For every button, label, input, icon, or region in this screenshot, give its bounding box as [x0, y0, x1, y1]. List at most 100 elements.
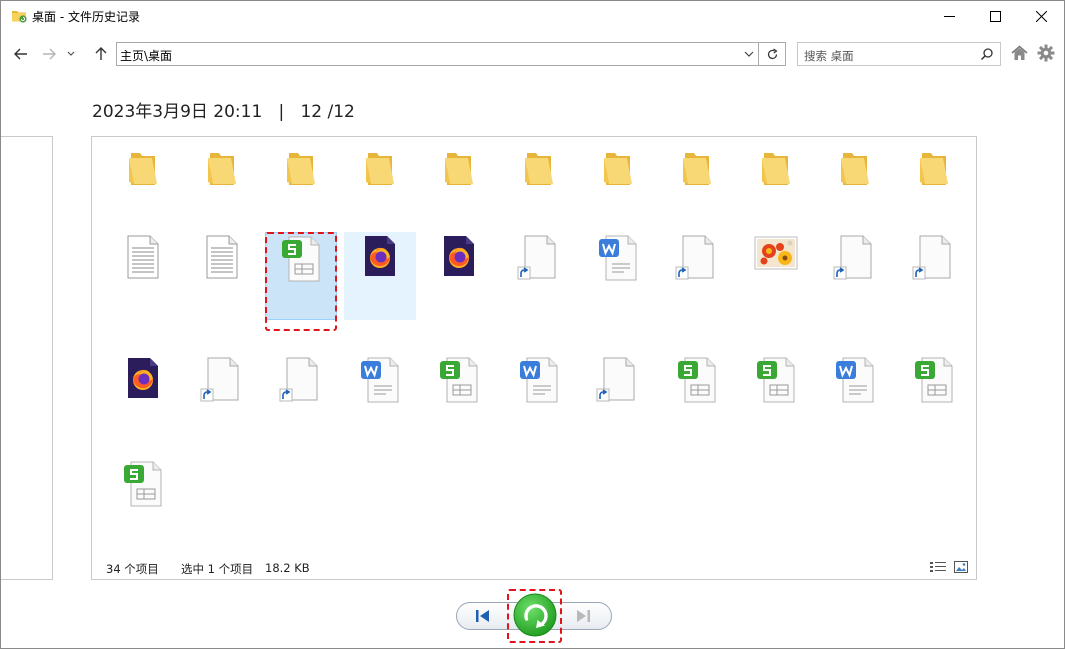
address-dropdown-icon[interactable]: [742, 48, 756, 60]
wps-writer-file-item[interactable]: [503, 351, 575, 439]
wps-writer-icon: [598, 235, 637, 281]
folder-file-item[interactable]: [265, 137, 337, 225]
folder-file-item[interactable]: [740, 137, 812, 225]
folder-file-item[interactable]: [423, 137, 495, 225]
next-version-button[interactable]: [571, 607, 595, 625]
details-view-icon[interactable]: [930, 561, 946, 573]
folder-icon: [208, 153, 237, 185]
search-placeholder: 搜索 桌面: [804, 49, 854, 63]
up-arrow-icon: [95, 47, 107, 60]
search-icon[interactable]: [980, 47, 994, 61]
navigation-bar: 主页\桌面 搜索 桌面: [1, 39, 1064, 69]
back-arrow-icon: [14, 48, 27, 60]
wps-sheet-icon: [915, 357, 953, 403]
wps-sheet-icon: [677, 357, 716, 403]
close-button[interactable]: [1018, 1, 1064, 32]
shortcut-file-item[interactable]: [582, 351, 654, 439]
wps-sheet-file-item[interactable]: [107, 456, 179, 544]
wps-writer-file-item[interactable]: [344, 351, 416, 439]
shortcut-file-item[interactable]: [898, 232, 970, 320]
folder-file-item[interactable]: [819, 137, 891, 225]
file-list-panel: 34 个项目 选中 1 个项目 18.2 KB: [91, 136, 977, 580]
shortcut-icon: [833, 235, 872, 280]
shortcut-file-item[interactable]: [186, 351, 258, 439]
firefox-file-item[interactable]: [423, 232, 495, 320]
version-datetime: 2023年3月9日 20:11: [92, 102, 263, 122]
wps-writer-icon: [519, 357, 557, 403]
skip-next-icon: [577, 610, 590, 622]
minimize-icon: [943, 16, 955, 17]
text-doc-file-item[interactable]: [186, 232, 258, 320]
folder-icon: [287, 153, 316, 185]
restore-button-highlight: [507, 589, 562, 643]
folder-file-item[interactable]: [186, 137, 258, 225]
file-history-window: 桌面 - 文件历史记录 主页\桌面 搜索 桌面 2023年3月9日 20:11 …: [0, 0, 1065, 649]
text-doc-icon: [127, 235, 159, 279]
image-icon: [754, 236, 798, 270]
folder-file-item[interactable]: [107, 137, 179, 225]
chevron-down-icon: [67, 51, 75, 56]
firefox-file-item[interactable]: [344, 232, 417, 320]
image-file-item[interactable]: [740, 232, 812, 320]
shortcut-file-item[interactable]: [265, 351, 337, 439]
close-icon: [1035, 11, 1047, 22]
up-button[interactable]: [90, 42, 112, 66]
previous-version-button[interactable]: [471, 607, 495, 625]
wps-writer-icon: [361, 357, 399, 403]
back-button[interactable]: [10, 42, 32, 66]
refresh-button[interactable]: [759, 42, 786, 66]
folder-icon: [445, 153, 474, 185]
shortcut-file-item[interactable]: [819, 232, 891, 320]
version-page-counter: 12 /12: [300, 102, 355, 122]
wps-sheet-file-item[interactable]: [423, 351, 495, 439]
shortcut-file-item[interactable]: [661, 232, 733, 320]
wps-sheet-icon: [124, 461, 162, 507]
maximize-icon: [989, 11, 1001, 22]
large-icons-view-icon[interactable]: [954, 561, 968, 573]
firefox-icon: [365, 236, 396, 276]
recent-locations-button[interactable]: [63, 42, 79, 66]
forward-button[interactable]: [38, 42, 60, 66]
version-header: 2023年3月9日 20:11 | 12 /12: [92, 97, 355, 122]
minimize-button[interactable]: [926, 1, 972, 32]
shortcut-icon: [675, 235, 714, 280]
search-box[interactable]: 搜索 桌面: [797, 42, 1001, 66]
wps-writer-file-item[interactable]: [582, 232, 654, 320]
maximize-button[interactable]: [972, 1, 1018, 32]
folder-file-item[interactable]: [503, 137, 575, 225]
folder-icon: [366, 153, 395, 185]
selection-count: 选中 1 个项目: [181, 562, 254, 576]
folder-file-item[interactable]: [582, 137, 654, 225]
address-path: 主页\桌面: [120, 49, 173, 63]
text-doc-icon: [206, 235, 238, 279]
item-count: 34 个项目: [106, 562, 159, 576]
wps-sheet-icon: [756, 357, 795, 403]
gear-icon[interactable]: [1037, 44, 1055, 62]
shortcut-icon: [279, 357, 318, 402]
firefox-icon: [444, 236, 475, 276]
folder-file-item[interactable]: [661, 137, 733, 225]
shortcut-icon: [200, 357, 239, 402]
address-bar[interactable]: 主页\桌面: [116, 42, 759, 66]
previous-version-pane[interactable]: [1, 136, 53, 580]
selection-size: 18.2 KB: [265, 561, 310, 575]
wps-writer-file-item[interactable]: [819, 351, 891, 439]
folder-icon: [682, 153, 711, 185]
refresh-icon: [767, 48, 778, 59]
wps-sheet-file-item[interactable]: [898, 351, 970, 439]
firefox-icon: [128, 358, 158, 398]
folder-file-item[interactable]: [898, 137, 970, 225]
wps-writer-icon: [835, 357, 874, 403]
window-title: 桌面 - 文件历史记录: [32, 10, 140, 24]
shortcut-file-item[interactable]: [503, 232, 575, 320]
wps-sheet-file-item[interactable]: [740, 351, 812, 439]
skip-previous-icon: [476, 610, 489, 622]
shortcut-icon: [596, 357, 635, 402]
text-doc-file-item[interactable]: [107, 232, 179, 320]
home-icon[interactable]: [1011, 45, 1028, 61]
wps-sheet-file-item[interactable]: [661, 351, 733, 439]
wps-sheet-icon: [440, 357, 478, 403]
forward-arrow-icon: [43, 48, 56, 60]
folder-file-item[interactable]: [344, 137, 416, 225]
firefox-file-item[interactable]: [107, 351, 179, 439]
